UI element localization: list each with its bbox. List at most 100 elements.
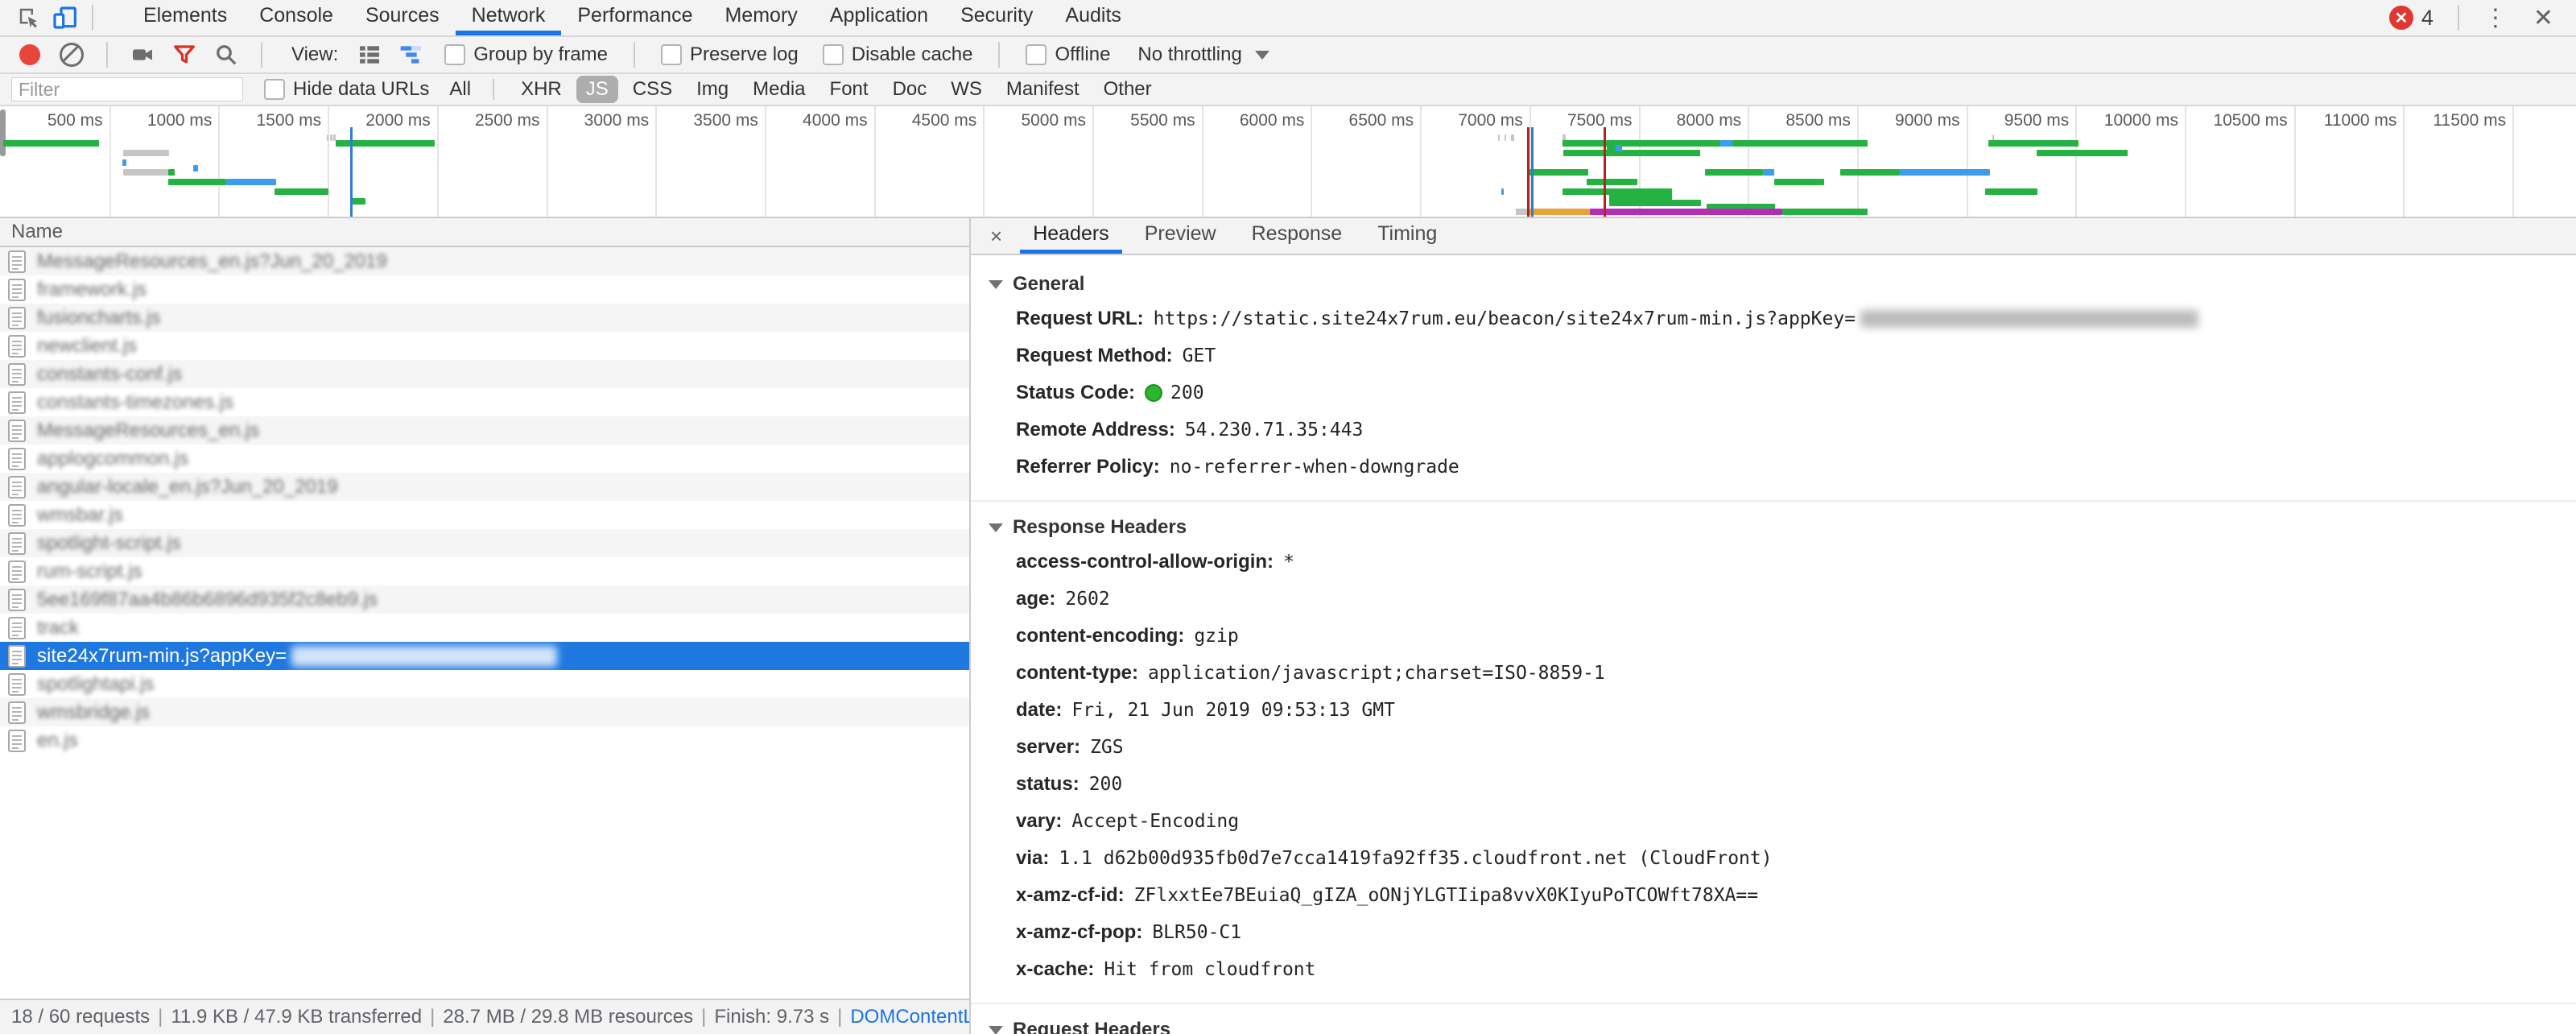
request-row[interactable]: angular-locale_en.js?Jun_20_2019 <box>0 473 969 501</box>
checkbox-icon <box>1026 44 1047 65</box>
request-row[interactable]: spotlightapi.js <box>0 670 969 698</box>
request-name: track <box>37 616 80 639</box>
request-row[interactable]: applogcommon.js <box>0 445 969 473</box>
console-error-badge[interactable]: ✕ 4 <box>2388 6 2434 31</box>
request-row[interactable]: constants-timezones.js <box>0 388 969 416</box>
section-title: Request Headers <box>1013 1019 1171 1034</box>
timeline-tick-label: 10500 ms <box>2213 111 2288 130</box>
waterfall-bar <box>123 169 168 176</box>
filter-type-media[interactable]: Media <box>743 76 815 103</box>
disable-cache-checkbox[interactable]: Disable cache <box>822 43 972 66</box>
divider <box>634 42 635 68</box>
network-overview-timeline[interactable]: 500 ms 1000 ms 1500 ms 2000 ms 2500 ms 3000 m… <box>0 106 2576 218</box>
tab-console[interactable]: Console <box>243 0 349 35</box>
panel-tabs: Elements Console Sources Network Performance… <box>127 0 1137 35</box>
tab-memory[interactable]: Memory <box>708 0 813 35</box>
filter-type-ws[interactable]: WS <box>941 76 992 103</box>
details-tab-preview[interactable]: Preview <box>1132 218 1229 254</box>
preserve-log-checkbox[interactable]: Preserve log <box>661 43 799 66</box>
header-value: Accept-Encoding <box>1071 811 1240 832</box>
section-header-response-headers[interactable]: Response Headers <box>971 511 2576 544</box>
more-options-icon[interactable]: ⋮ <box>2469 4 2522 32</box>
filter-type-css[interactable]: CSS <box>623 76 682 103</box>
record-button[interactable] <box>13 39 47 71</box>
tab-security[interactable]: Security <box>944 0 1049 35</box>
filter-type-other[interactable]: Other <box>1094 76 1162 103</box>
request-row[interactable]: 5ee169f87aa4b86b6896d935f2c8eb9.js <box>0 585 969 614</box>
tab-performance[interactable]: Performance <box>561 0 708 35</box>
filter-type-manifest[interactable]: Manifest <box>997 76 1089 103</box>
details-tab-headers[interactable]: Headers <box>1020 218 1122 254</box>
request-row[interactable]: wmsbar.js <box>0 501 969 529</box>
request-row[interactable]: MessageResources_en.js <box>0 416 969 445</box>
list-view-icon[interactable] <box>353 39 386 71</box>
waterfall-bar <box>1781 209 1868 216</box>
request-row[interactable]: rum-script.js <box>0 557 969 585</box>
timeline-tick-label: 7500 ms <box>1567 111 1633 130</box>
group-by-frame-label: Group by frame <box>473 43 608 65</box>
request-row[interactable]: framework.js <box>0 275 969 304</box>
waterfall-bar <box>330 134 332 141</box>
header-value: 2602 <box>1065 589 1110 610</box>
checkbox-icon <box>822 44 844 65</box>
group-by-frame-checkbox[interactable]: Group by frame <box>444 43 608 66</box>
filter-type-js[interactable]: JS <box>576 76 618 103</box>
header-value: gzip <box>1194 626 1239 647</box>
script-file-icon <box>8 419 26 442</box>
request-row[interactable]: en.js <box>0 726 969 755</box>
request-row[interactable]: wmsbridge.js <box>0 698 969 726</box>
waterfall-bar <box>1530 169 1588 176</box>
section-title: Response Headers <box>1013 516 1187 538</box>
timeline-gridline <box>2512 106 2515 217</box>
request-row[interactable]: fusioncharts.js <box>0 304 969 332</box>
filter-toggle-button[interactable] <box>167 39 201 71</box>
divider <box>998 42 1001 68</box>
filter-type-img[interactable]: Img <box>687 76 738 103</box>
device-toolbar-icon[interactable] <box>47 2 82 34</box>
summary-18-60-requests: 18 / 60 requests <box>11 1006 151 1028</box>
request-row[interactable]: track <box>0 614 969 642</box>
hide-data-urls-checkbox[interactable]: Hide data URLs <box>264 78 429 101</box>
offline-checkbox[interactable]: Offline <box>1026 43 1110 66</box>
request-row[interactable]: newclient.js <box>0 332 969 360</box>
tab-elements[interactable]: Elements <box>127 0 243 35</box>
clear-button[interactable] <box>55 39 89 71</box>
name-column-header[interactable]: Name <box>0 218 969 247</box>
tab-network[interactable]: Network <box>455 0 562 35</box>
request-row[interactable]: MessageResources_en.js?Jun_20_2019 <box>0 247 969 275</box>
header-item-request-method-: Request Method: GET <box>971 337 2576 374</box>
filter-type-all[interactable]: All <box>440 76 481 103</box>
filter-type-doc[interactable]: Doc <box>883 76 937 103</box>
details-tab-response[interactable]: Response <box>1239 218 1356 254</box>
request-name: spotlight-script.js <box>37 531 181 554</box>
tab-application[interactable]: Application <box>814 0 944 35</box>
filter-input[interactable] <box>11 77 243 101</box>
timeline-gridline <box>109 106 111 217</box>
timeline-tick-label: 10000 ms <box>2103 111 2178 130</box>
script-file-icon <box>8 644 26 668</box>
section-header-request-headers[interactable]: Request Headers <box>971 1014 2576 1034</box>
tab-audits[interactable]: Audits <box>1049 0 1137 35</box>
close-devtools-icon[interactable]: ✕ <box>2522 4 2565 32</box>
filmstrip-button[interactable] <box>126 39 159 71</box>
domcontentloaded-marker <box>350 127 353 217</box>
section-header-general[interactable]: General <box>971 268 2576 300</box>
throttling-dropdown[interactable]: No throttling <box>1137 43 1269 66</box>
header-item-status-code-: Status Code: 200 <box>971 374 2576 412</box>
overview-scroll-handle[interactable] <box>0 110 6 156</box>
close-details-icon[interactable]: × <box>977 224 1015 249</box>
request-row[interactable]: spotlight-script.js <box>0 529 969 557</box>
waterfall-bar <box>167 169 175 176</box>
filter-type-font[interactable]: Font <box>820 76 878 103</box>
inspect-element-icon[interactable] <box>11 2 47 34</box>
waterfall-bar <box>3 140 99 147</box>
tab-sources[interactable]: Sources <box>349 0 456 35</box>
details-tab-timing[interactable]: Timing <box>1364 218 1450 254</box>
timeline-tick-label: 9500 ms <box>2004 111 2070 130</box>
filter-type-xhr[interactable]: XHR <box>511 76 572 103</box>
search-button[interactable] <box>209 39 243 71</box>
script-file-icon <box>8 560 26 583</box>
request-row[interactable]: constants-conf.js <box>0 360 969 388</box>
request-row[interactable]: site24x7rum-min.js?appKey= <box>0 642 969 670</box>
waterfall-view-icon[interactable] <box>394 39 428 71</box>
